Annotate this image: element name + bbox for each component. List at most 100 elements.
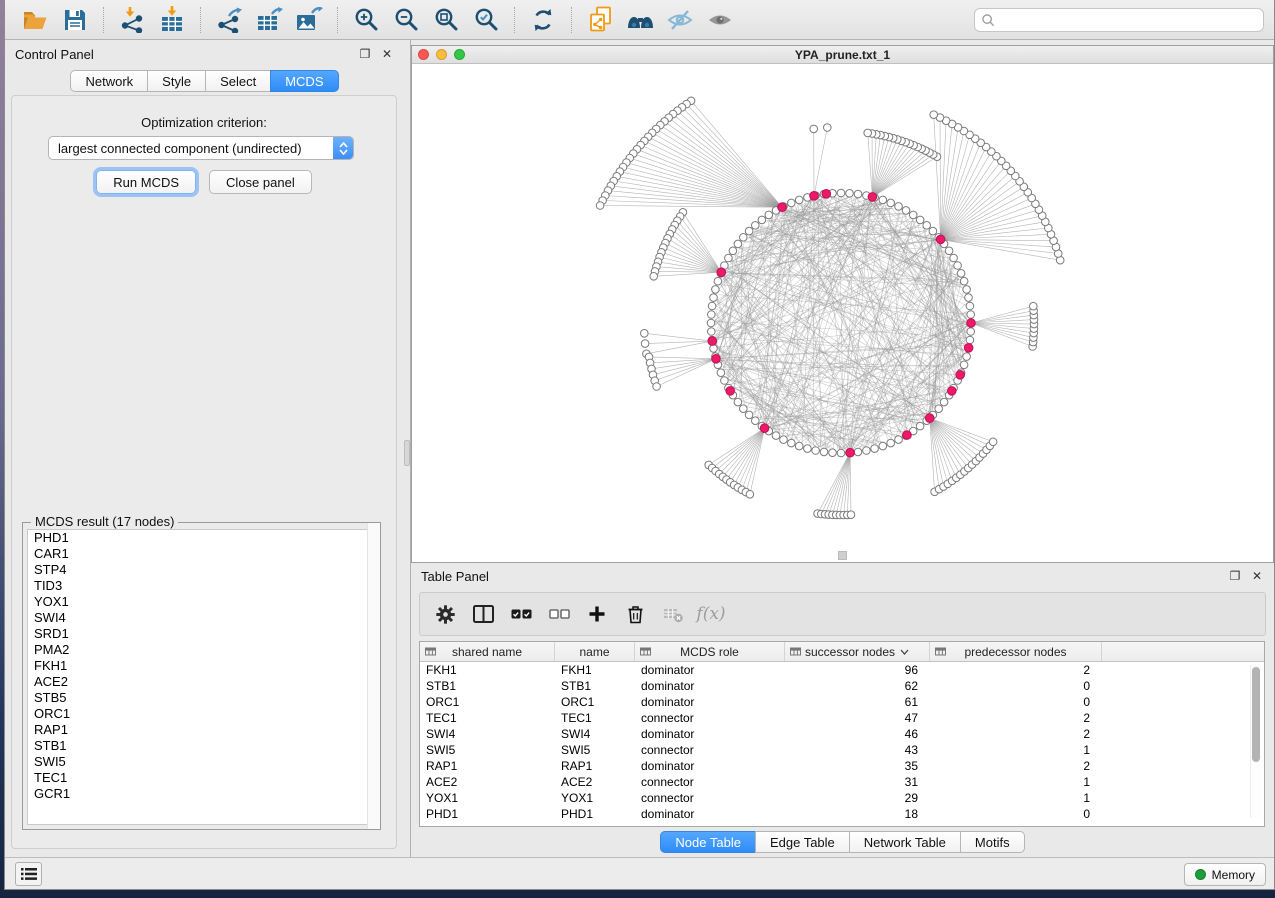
mcds-result-node[interactable]: STB5 [28,690,375,706]
zoom-out-button[interactable] [386,4,426,36]
task-history-button[interactable] [15,862,42,886]
tab-network-table[interactable]: Network Table [849,831,961,853]
mcds-result-node[interactable]: SWI5 [28,754,375,770]
float-table-panel-icon[interactable]: ❐ [1228,569,1242,583]
settings-button[interactable] [430,599,460,629]
mcds-result-node[interactable]: TID3 [28,578,375,594]
toolbar-separator [103,7,104,33]
panel-splitter[interactable] [404,40,411,857]
network-graph[interactable] [412,64,1275,562]
mcds-list-scrollbar[interactable] [367,523,380,829]
table-row[interactable]: RAP1 RAP1 dominator 35 2 [420,758,1264,774]
float-panel-icon[interactable]: ❐ [358,47,372,61]
table-row[interactable]: SWI5 SWI5 connector 43 1 [420,742,1264,758]
mcds-result-node[interactable]: RAP1 [28,722,375,738]
mcds-result-list[interactable]: PHD1CAR1STP4TID3YOX1SWI4SRD1PMA2FKH1ACE2… [27,529,376,825]
memory-status-icon [1195,869,1206,880]
first-neighbors-button[interactable] [620,4,660,36]
deselect-all-icon [549,608,570,620]
hide-selected-button[interactable] [660,4,700,36]
run-mcds-button[interactable]: Run MCDS [96,170,196,194]
export-network-button[interactable] [209,4,249,36]
delete-table-button[interactable] [658,599,688,629]
tab-select[interactable]: Select [205,70,271,92]
clone-network-icon [588,6,613,33]
mcds-result-node[interactable]: STP4 [28,562,375,578]
column-header-shared-name[interactable]: shared name [420,642,555,661]
zoom-in-button[interactable] [346,4,386,36]
column-header-successor-nodes[interactable]: successor nodes [785,642,930,661]
toolbar-separator [200,7,201,33]
table-row[interactable]: ACE2 ACE2 connector 31 1 [420,774,1264,790]
add-column-button[interactable] [582,599,612,629]
mcds-result-node[interactable]: YOX1 [28,594,375,610]
search-box[interactable] [974,8,1264,32]
export-image-button[interactable] [289,4,329,36]
table-column-icon [790,646,801,657]
table-row[interactable]: STB1 STB1 dominator 62 0 [420,678,1264,694]
mcds-result-node[interactable]: PHD1 [28,530,375,546]
import-table-button[interactable] [152,4,192,36]
column-header-mcds-role[interactable]: MCDS role [635,642,785,661]
tab-network[interactable]: Network [70,70,148,92]
mcds-result-node[interactable]: ORC1 [28,706,375,722]
close-panel-button[interactable]: Close panel [209,170,312,194]
table-row[interactable]: YOX1 YOX1 connector 29 1 [420,790,1264,806]
mcds-result-node[interactable]: STB1 [28,738,375,754]
tab-node-table[interactable]: Node Table [660,831,756,853]
split-panel-icon [473,605,494,623]
tab-edge-table[interactable]: Edge Table [755,831,850,853]
mcds-result-node[interactable]: FKH1 [28,658,375,674]
tab-mcds[interactable]: MCDS [270,70,338,92]
table-row[interactable]: ORC1 ORC1 dominator 61 0 [420,694,1264,710]
splitter-handle[interactable] [404,440,410,466]
chevron-up-down-icon [333,137,353,159]
import-network-button[interactable] [112,4,152,36]
search-icon [981,13,995,27]
show-all-icon [707,8,733,32]
delete-column-button[interactable] [620,599,650,629]
close-panel-icon[interactable]: ✕ [380,47,394,61]
column-header-predecessor-nodes[interactable]: predecessor nodes [930,642,1102,661]
tab-motifs[interactable]: Motifs [960,831,1025,853]
network-canvas[interactable] [412,64,1273,562]
mcds-result-node[interactable]: CAR1 [28,546,375,562]
close-table-panel-icon[interactable]: ✕ [1250,569,1264,583]
function-builder-button[interactable]: f(x) [696,599,726,629]
mcds-result-node[interactable]: SRD1 [28,626,375,642]
table-row[interactable]: SWI4 SWI4 dominator 46 2 [420,726,1264,742]
zoom-fit-button[interactable] [426,4,466,36]
deselect-all-button[interactable] [544,599,574,629]
canvas-resize-handle[interactable] [838,551,847,560]
table-header-row: shared name name MCDS role successor nod… [420,642,1264,662]
table-scrollbar[interactable] [1250,665,1261,818]
criterion-selected-value: largest connected component (undirected) [49,141,333,156]
show-all-button[interactable] [700,4,740,36]
mcds-result-node[interactable]: PMA2 [28,642,375,658]
mcds-result-node[interactable]: ACE2 [28,674,375,690]
save-session-button[interactable] [55,4,95,36]
clone-network-button[interactable] [580,4,620,36]
mcds-result-node[interactable]: GCR1 [28,786,375,802]
table-scrollbar-thumb[interactable] [1252,667,1260,762]
table-column-icon [640,646,651,657]
criterion-select[interactable]: largest connected component (undirected) [48,136,354,160]
optimization-criterion-label: Optimization criterion: [12,115,396,130]
zoom-fit-icon [434,7,459,32]
mcds-result-node[interactable]: SWI4 [28,610,375,626]
open-file-button[interactable] [15,4,55,36]
zoom-selected-button[interactable] [466,4,506,36]
delete-table-icon [663,606,684,623]
tab-style[interactable]: Style [147,70,206,92]
column-header-name[interactable]: name [555,642,635,661]
table-row[interactable]: PHD1 PHD1 dominator 18 0 [420,806,1264,822]
search-input[interactable] [999,13,1257,27]
memory-button[interactable]: Memory [1184,863,1266,886]
export-table-button[interactable] [249,4,289,36]
refresh-button[interactable] [523,4,563,36]
table-row[interactable]: FKH1 FKH1 dominator 96 2 [420,662,1264,678]
split-panel-button[interactable] [468,599,498,629]
table-row[interactable]: TEC1 TEC1 connector 47 2 [420,710,1264,726]
select-all-button[interactable] [506,599,536,629]
mcds-result-node[interactable]: TEC1 [28,770,375,786]
